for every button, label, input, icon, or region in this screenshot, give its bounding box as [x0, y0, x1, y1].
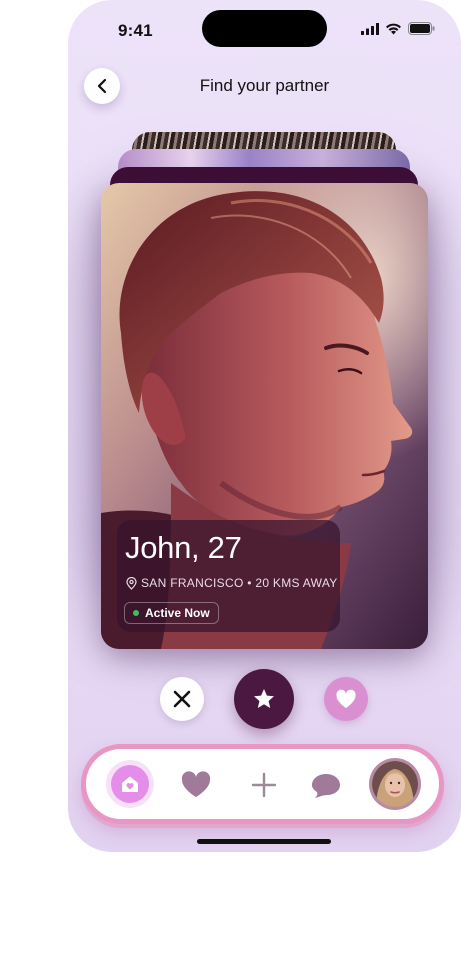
tab-add[interactable]	[246, 767, 282, 803]
profile-avatar-image	[372, 761, 418, 807]
status-time: 9:41	[118, 21, 153, 40]
page-title: Find your partner	[199, 76, 330, 95]
status-badge: Active Now	[124, 602, 219, 624]
phone-screen: 9:41 Find your partner John, 27 SAN FRAN…	[68, 0, 461, 852]
star-icon	[254, 689, 274, 708]
heart-icon	[336, 689, 356, 708]
bottom-tab-bar	[81, 744, 444, 824]
heart-icon	[181, 771, 211, 797]
home-indicator	[197, 839, 331, 844]
status-icons	[361, 22, 435, 35]
dislike-button[interactable]	[160, 677, 204, 721]
tab-likes[interactable]	[178, 767, 214, 803]
online-dot-icon	[133, 610, 139, 616]
status-badge-label: Active Now	[145, 606, 210, 620]
avatar[interactable]	[372, 761, 418, 807]
dynamic-island	[202, 10, 327, 47]
close-icon	[173, 690, 191, 708]
profile-location-row: SAN FRANCISCO • 20 KMS AWAY	[126, 576, 338, 590]
cellular-signal-icon	[361, 22, 379, 35]
profile-location: SAN FRANCISCO • 20 KMS AWAY	[141, 576, 338, 590]
plus-icon	[251, 772, 277, 798]
wifi-icon	[386, 23, 401, 34]
tab-home[interactable]	[111, 765, 149, 803]
chat-icon	[312, 774, 340, 798]
tab-messages[interactable]	[308, 767, 344, 803]
location-pin-icon	[126, 576, 137, 590]
battery-icon	[408, 22, 435, 35]
home-icon	[122, 776, 138, 792]
like-button[interactable]	[324, 677, 368, 721]
profile-card[interactable]: John, 27 SAN FRANCISCO • 20 KMS AWAY Act…	[101, 183, 428, 649]
profile-info-panel: John, 27 SAN FRANCISCO • 20 KMS AWAY Act…	[117, 520, 340, 632]
profile-name-age: John, 27	[125, 530, 242, 565]
superlike-button[interactable]	[234, 669, 294, 729]
